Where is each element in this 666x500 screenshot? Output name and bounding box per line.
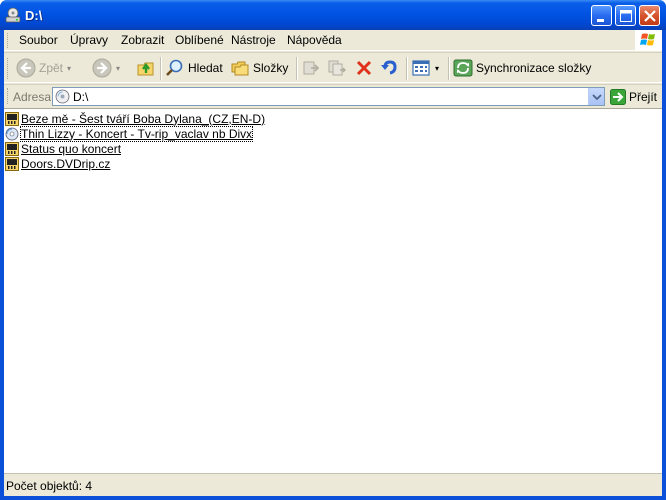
status-bar: Počet objektů: 4: [4, 472, 662, 496]
drive-icon: [55, 89, 70, 104]
menu-nastroje[interactable]: Nástroje: [231, 33, 276, 47]
search-icon: [166, 59, 183, 76]
chevron-down-icon: [592, 94, 602, 101]
file-name: Status quo koncert: [21, 141, 122, 156]
toolbar-separator: [296, 57, 298, 80]
close-icon: [644, 10, 656, 22]
views-dropdown-icon[interactable]: ▾: [435, 64, 439, 73]
address-input[interactable]: D:\: [52, 87, 605, 106]
address-label: Adresa: [13, 90, 52, 104]
forward-button[interactable]: ▾: [92, 56, 120, 80]
menu-zobrazit[interactable]: Zobrazit: [121, 33, 164, 47]
minimize-button[interactable]: [591, 5, 612, 26]
go-arrow-icon: [610, 88, 626, 105]
menu-upravy[interactable]: Úpravy: [70, 33, 108, 47]
windows-flag-icon: [640, 33, 655, 46]
delete-button[interactable]: [354, 56, 374, 80]
up-folder-button[interactable]: [136, 56, 156, 80]
copy-to-icon: [328, 60, 346, 76]
window-frame: Soubor Úpravy Zobrazit Oblíbené Nástroje…: [4, 30, 662, 496]
address-dropdown-button[interactable]: [588, 88, 604, 105]
video-folder-icon: [5, 156, 19, 171]
menu-soubor[interactable]: Soubor: [19, 33, 58, 47]
back-button[interactable]: Zpět ▾: [16, 56, 71, 80]
maximize-button[interactable]: [615, 5, 636, 26]
standard-toolbar: Zpět ▾ ▾ Hledat Složky ▾ Synchronizace s…: [4, 52, 662, 83]
close-button[interactable]: [639, 5, 660, 26]
search-button[interactable]: Hledat: [165, 56, 223, 80]
toolbar-separator: [448, 57, 450, 80]
file-item-selected[interactable]: Thin Lizzy - Koncert - Tv-rip_vaclav nb …: [5, 125, 254, 142]
menubar-grip[interactable]: [7, 33, 10, 48]
search-label: Hledat: [188, 61, 223, 75]
file-name: Doors.DVDrip.cz: [21, 156, 111, 171]
object-count: Počet objektů: 4: [6, 479, 93, 493]
folders-label: Složky: [253, 61, 289, 75]
explorer-window: D:\ Soubor Úpravy Zobrazit Oblíbené Nást…: [0, 0, 666, 500]
menu-bar: Soubor Úpravy Zobrazit Oblíbené Nástroje…: [4, 30, 662, 51]
go-button[interactable]: Přejít: [610, 87, 657, 106]
undo-icon: [381, 60, 397, 75]
address-value: D:\: [73, 90, 89, 104]
move-to-button[interactable]: [301, 56, 321, 80]
minimize-icon: [597, 19, 604, 22]
window-title: D:\: [25, 8, 43, 23]
toolbar-grip[interactable]: [7, 58, 10, 79]
forward-dropdown-icon[interactable]: ▾: [116, 64, 120, 73]
back-dropdown-icon[interactable]: ▾: [67, 64, 71, 73]
go-label: Přejít: [629, 89, 658, 104]
folders-button[interactable]: Složky: [230, 56, 288, 80]
cd-icon: [5, 127, 19, 140]
file-name: Beze mě - Šest tváří Boba Dylana_(CZ,EN-…: [21, 111, 266, 126]
menu-oblibene[interactable]: Oblíbené: [175, 33, 224, 47]
delete-x-icon: [356, 60, 372, 76]
file-item[interactable]: Doors.DVDrip.cz: [5, 156, 110, 171]
file-item[interactable]: Beze mě - Šest tváří Boba Dylana_(CZ,EN-…: [5, 111, 265, 126]
toolbar-separator: [406, 57, 408, 80]
title-bar[interactable]: D:\: [0, 0, 666, 30]
maximize-icon: [620, 10, 632, 22]
video-folder-icon: [5, 141, 19, 156]
windows-logo: [635, 30, 662, 50]
toolbar-separator: [160, 57, 162, 80]
folders-icon: [231, 61, 249, 76]
copy-to-button[interactable]: [327, 56, 347, 80]
sync-folder-button[interactable]: Synchronizace složky: [453, 56, 591, 80]
video-folder-icon: [5, 111, 19, 126]
undo-button[interactable]: [379, 56, 399, 80]
move-to-icon: [303, 61, 320, 75]
menu-napoveda[interactable]: Nápověda: [287, 33, 342, 47]
sync-icon: [453, 59, 473, 77]
file-list[interactable]: Beze mě - Šest tváří Boba Dylana_(CZ,EN-…: [4, 108, 662, 472]
views-button[interactable]: ▾: [411, 56, 439, 80]
file-name: Thin Lizzy - Koncert - Tv-rip_vaclav nb …: [19, 125, 254, 142]
up-folder-icon: [137, 62, 154, 76]
addressbar-grip[interactable]: [7, 88, 10, 104]
drive-icon: [5, 7, 21, 23]
sync-folder-label: Synchronizace složky: [476, 61, 592, 75]
forward-arrow-icon: [92, 58, 112, 78]
address-bar: Adresa D:\ Přejít: [4, 84, 662, 107]
back-arrow-icon: [16, 58, 36, 78]
back-label: Zpět: [39, 61, 64, 75]
file-item[interactable]: Status quo koncert: [5, 141, 121, 156]
views-icon: [412, 60, 430, 76]
